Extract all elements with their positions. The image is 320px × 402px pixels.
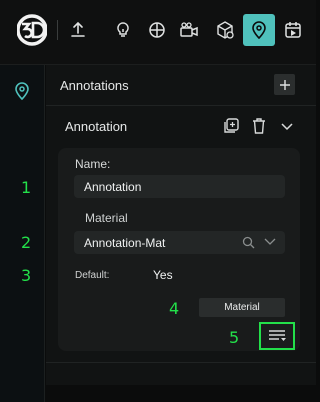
upload-icon[interactable] (62, 14, 94, 46)
callout-1: 1 (21, 178, 32, 197)
chevron-down-icon[interactable] (278, 117, 296, 135)
annotation-item-header[interactable]: Annotation (46, 106, 316, 146)
material-select[interactable]: Annotation-Mat (74, 231, 285, 254)
callout-5: 5 (229, 328, 240, 347)
camera-icon[interactable] (173, 14, 205, 46)
annotation-item-title: Annotation (65, 119, 128, 134)
name-value: Annotation (84, 180, 142, 194)
callout-2: 2 (21, 233, 32, 252)
material-value: Annotation-Mat (84, 236, 166, 250)
top-toolbar (0, 0, 316, 64)
3d-logo-icon[interactable] (17, 14, 47, 46)
trash-icon[interactable] (250, 117, 268, 135)
box-icon[interactable] (209, 14, 241, 46)
bulb-icon[interactable] (107, 14, 139, 46)
callout-3: 3 (21, 266, 32, 285)
search-icon[interactable] (242, 236, 255, 249)
list-options-button[interactable] (259, 322, 295, 350)
material-button-label: Material (224, 302, 260, 313)
name-field[interactable]: Annotation (74, 175, 285, 198)
media-card-icon[interactable] (277, 14, 309, 46)
location-pin-icon[interactable] (13, 81, 31, 101)
default-label: Default: (75, 270, 110, 281)
name-label: Name: (75, 157, 111, 171)
globe-grid-icon[interactable] (141, 14, 173, 46)
section-title: Annotations (60, 78, 129, 93)
list-menu-icon (269, 330, 286, 341)
material-button[interactable]: Material (199, 298, 285, 317)
callout-4: 4 (169, 299, 180, 318)
default-value: Yes (153, 268, 173, 282)
chevron-down-icon[interactable] (264, 237, 276, 247)
plus-icon (279, 79, 290, 90)
annotations-section-header: Annotations (46, 65, 316, 106)
duplicate-icon[interactable] (222, 117, 240, 135)
toolbar-separator (57, 20, 58, 40)
location-pin-icon[interactable] (243, 14, 275, 46)
panel-bottom-divider (46, 362, 316, 363)
material-label: Material (85, 211, 128, 225)
add-annotation-button[interactable] (274, 74, 295, 95)
